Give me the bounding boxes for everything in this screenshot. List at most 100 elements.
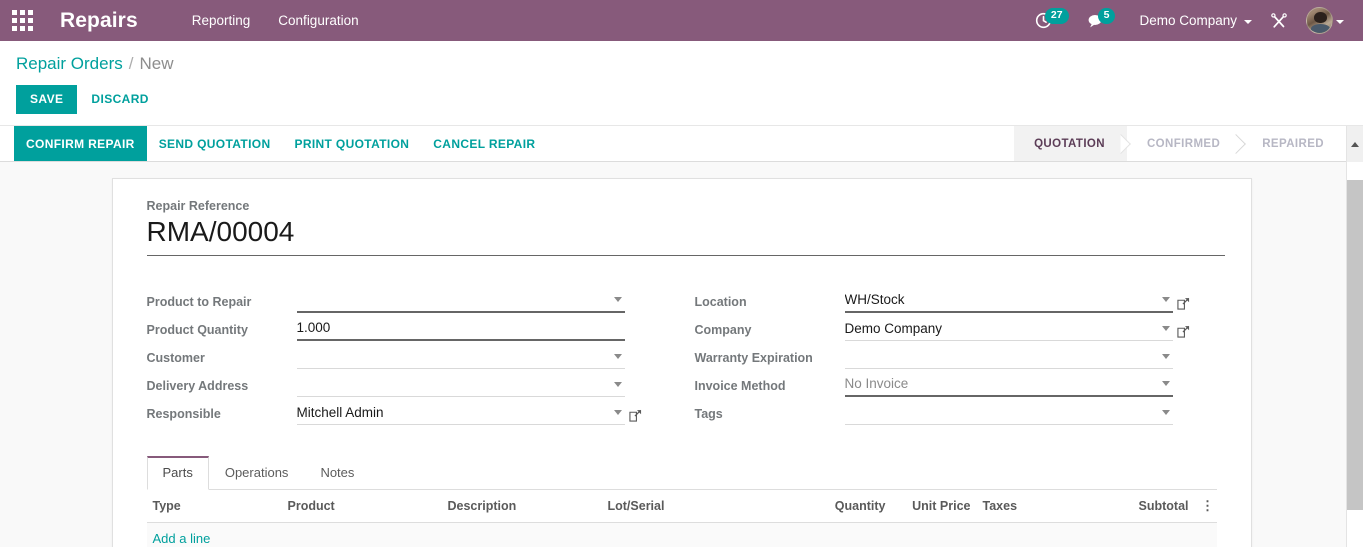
field-value: No Invoice <box>844 376 909 391</box>
form-fields-grid: Product to Repair Product Quantity 1.000 <box>147 285 1217 425</box>
form-column-left: Product to Repair Product Quantity 1.000 <box>147 285 647 425</box>
breadcrumb-current: New <box>139 54 174 73</box>
field-label: Responsible <box>146 407 221 421</box>
chevron-down-icon[interactable] <box>1161 354 1170 359</box>
chevron-down-icon[interactable] <box>613 354 622 359</box>
stage-confirmed[interactable]: CONFIRMED <box>1127 126 1242 161</box>
company-input[interactable]: Demo Company <box>844 317 1173 341</box>
chevron-down-icon[interactable] <box>1161 297 1170 302</box>
chevron-down-icon[interactable] <box>1161 410 1170 415</box>
field-value: Demo Company <box>844 321 943 336</box>
column-quantity[interactable]: Quantity <box>796 490 892 523</box>
field-label: Location <box>694 295 747 309</box>
responsible-internal-link-button[interactable] <box>625 409 647 425</box>
field-label: Company <box>694 323 752 337</box>
company-internal-link-button[interactable] <box>1173 325 1195 341</box>
field-customer: Customer <box>147 341 647 369</box>
company-switcher[interactable]: Demo Company <box>1124 0 1261 41</box>
field-location: Location WH/Stock <box>695 285 1195 313</box>
responsible-input[interactable]: Mitchell Admin <box>296 401 625 425</box>
print-quotation-button[interactable]: PRINT QUOTATION <box>282 126 421 161</box>
location-input[interactable]: WH/Stock <box>844 289 1173 313</box>
field-product-to-repair: Product to Repair <box>147 285 647 313</box>
systray: 27 5 Demo Company <box>1026 0 1363 41</box>
messages-count-badge: 5 <box>1097 7 1116 24</box>
menu-item-configuration[interactable]: Configuration <box>264 0 372 41</box>
breadcrumb-repair-orders[interactable]: Repair Orders <box>16 52 123 76</box>
column-taxes[interactable]: Taxes <box>976 490 1097 523</box>
action-statusbar: CONFIRM REPAIR SEND QUOTATION PRINT QUOT… <box>0 126 1363 162</box>
save-button[interactable]: SAVE <box>16 85 78 114</box>
activity-count-badge: 27 <box>1044 7 1069 24</box>
tab-operations[interactable]: Operations <box>209 456 305 490</box>
apps-grid-icon <box>11 10 33 31</box>
notebook-tabs: Parts Operations Notes <box>146 456 1217 490</box>
field-value: 1.000 <box>296 320 331 335</box>
add-line-row[interactable]: Add a line <box>146 522 1217 547</box>
chevron-down-icon[interactable] <box>613 410 622 415</box>
customer-input[interactable] <box>296 345 625 369</box>
product-to-repair-input[interactable] <box>296 289 625 313</box>
stage-repaired[interactable]: REPAIRED <box>1242 126 1346 161</box>
confirm-repair-button[interactable]: CONFIRM REPAIR <box>14 126 147 161</box>
field-label: Tags <box>694 407 723 421</box>
column-product[interactable]: Product <box>281 490 442 523</box>
apps-menu-button[interactable] <box>0 0 44 41</box>
avatar <box>1306 7 1333 34</box>
column-lot-serial[interactable]: Lot/Serial <box>601 490 797 523</box>
sheet-area: Repair Reference RMA/00004 Product to Re… <box>0 162 1363 547</box>
field-label: Product to Repair <box>146 295 252 309</box>
field-label: Product Quantity <box>146 323 248 337</box>
cancel-repair-button[interactable]: CANCEL REPAIR <box>421 126 547 161</box>
debug-tools-button[interactable] <box>1261 0 1297 41</box>
column-description[interactable]: Description <box>441 490 602 523</box>
add-line-cell: Add a line <box>146 522 1217 547</box>
add-a-line-link[interactable]: Add a line <box>153 531 211 546</box>
optional-columns-button[interactable]: ⋮ <box>1194 490 1217 523</box>
field-invoice-method: Invoice Method No Invoice <box>695 369 1195 397</box>
tab-notes[interactable]: Notes <box>304 456 370 490</box>
user-menu-button[interactable] <box>1297 0 1353 41</box>
delivery-address-input[interactable] <box>296 373 625 397</box>
vertical-scrollbar[interactable] <box>1346 162 1363 547</box>
chevron-down-icon[interactable] <box>1161 326 1170 331</box>
field-label: Warranty Expiration <box>694 351 813 365</box>
repair-reference-label: Repair Reference <box>146 199 250 213</box>
table-header-row: Type Product Description Lot/Serial Quan… <box>146 490 1217 523</box>
discard-button[interactable]: DISCARD <box>77 85 160 114</box>
column-subtotal[interactable]: Subtotal <box>1096 490 1195 523</box>
workflow-buttons: CONFIRM REPAIR SEND QUOTATION PRINT QUOT… <box>0 126 547 161</box>
product-quantity-input[interactable]: 1.000 <box>296 317 625 341</box>
invoice-method-input[interactable]: No Invoice <box>844 373 1173 397</box>
status-pipeline: QUOTATION CONFIRMED REPAIRED <box>1014 126 1363 161</box>
column-unit-price[interactable]: Unit Price <box>891 490 977 523</box>
chevron-down-icon[interactable] <box>613 297 622 302</box>
stage-quotation[interactable]: QUOTATION <box>1014 126 1127 161</box>
repair-reference-input[interactable]: RMA/00004 <box>146 215 1225 256</box>
field-label: Delivery Address <box>146 379 249 393</box>
location-internal-link-button[interactable] <box>1173 297 1195 313</box>
tags-input[interactable] <box>844 401 1173 425</box>
chevron-up-icon <box>1351 141 1359 147</box>
scrollbar-thumb[interactable] <box>1347 180 1363 510</box>
column-type[interactable]: Type <box>146 490 282 523</box>
form-view-container: Repair Reference RMA/00004 Product to Re… <box>0 162 1363 547</box>
chevron-down-icon[interactable] <box>613 382 622 387</box>
chevron-down-icon <box>1244 19 1252 24</box>
activity-menu-button[interactable]: 27 <box>1026 0 1078 41</box>
table-body: Add a line <box>146 522 1217 547</box>
scrollbar-up-button[interactable] <box>1346 126 1363 162</box>
chevron-down-icon <box>1336 19 1344 24</box>
tools-icon <box>1271 12 1287 28</box>
send-quotation-button[interactable]: SEND QUOTATION <box>147 126 283 161</box>
messages-menu-button[interactable]: 5 <box>1078 0 1125 41</box>
breadcrumb-separator: / <box>128 54 134 73</box>
tab-parts[interactable]: Parts <box>146 456 209 490</box>
record-sheet: Repair Reference RMA/00004 Product to Re… <box>111 178 1252 547</box>
chevron-down-icon[interactable] <box>1161 381 1170 386</box>
vertical-dots-icon: ⋮ <box>1201 498 1214 513</box>
table-header: Type Product Description Lot/Serial Quan… <box>146 490 1217 523</box>
warranty-expiration-input[interactable] <box>844 345 1173 369</box>
app-brand-title[interactable]: Repairs <box>44 0 150 41</box>
menu-item-reporting[interactable]: Reporting <box>178 0 265 41</box>
